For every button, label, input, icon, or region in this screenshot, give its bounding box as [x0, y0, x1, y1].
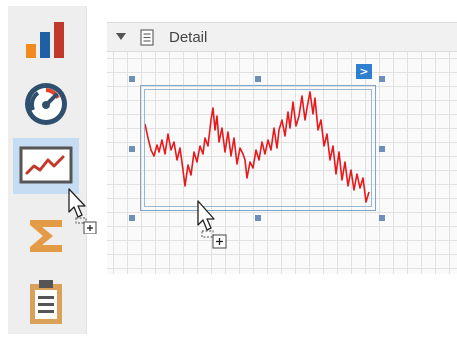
resize-handle-bottom-left[interactable] — [129, 215, 135, 221]
resize-handle-right[interactable] — [379, 146, 385, 152]
summary-sigma-icon — [30, 220, 62, 252]
band-title: Detail — [169, 29, 208, 46]
resize-handle-top[interactable] — [255, 76, 261, 82]
report-designer: Detail > — [0, 0, 457, 338]
clipboard-icon — [30, 280, 62, 324]
toolbox-item-chart[interactable] — [13, 12, 79, 68]
smart-tag-button[interactable]: > — [356, 64, 372, 79]
gauge-icon — [25, 83, 67, 125]
resize-handle-bottom[interactable] — [255, 215, 261, 221]
toolbox-item-gauge[interactable] — [13, 76, 79, 132]
bar-chart-icon — [26, 22, 64, 58]
sparkline-plot-area — [144, 89, 372, 207]
drop-copy-cursor-icon — [197, 200, 227, 249]
detail-band-header[interactable]: Detail — [107, 22, 457, 52]
band-document-icon — [140, 29, 154, 46]
drag-copy-cursor-icon — [68, 188, 97, 234]
resize-handle-left[interactable] — [129, 146, 135, 152]
collapse-arrow-icon[interactable] — [116, 33, 126, 40]
resize-handle-top-left[interactable] — [129, 76, 135, 82]
toolbox-panel — [8, 6, 87, 334]
sparkline-icon — [19, 146, 73, 184]
resize-handle-bottom-right[interactable] — [379, 215, 385, 221]
sparkline-control[interactable] — [140, 85, 376, 211]
resize-handle-top-right[interactable] — [379, 76, 385, 82]
sparkline-line — [144, 91, 370, 203]
toolbox-item-clipboard[interactable] — [13, 274, 79, 330]
toolbox-item-sparkline[interactable] — [13, 138, 79, 194]
